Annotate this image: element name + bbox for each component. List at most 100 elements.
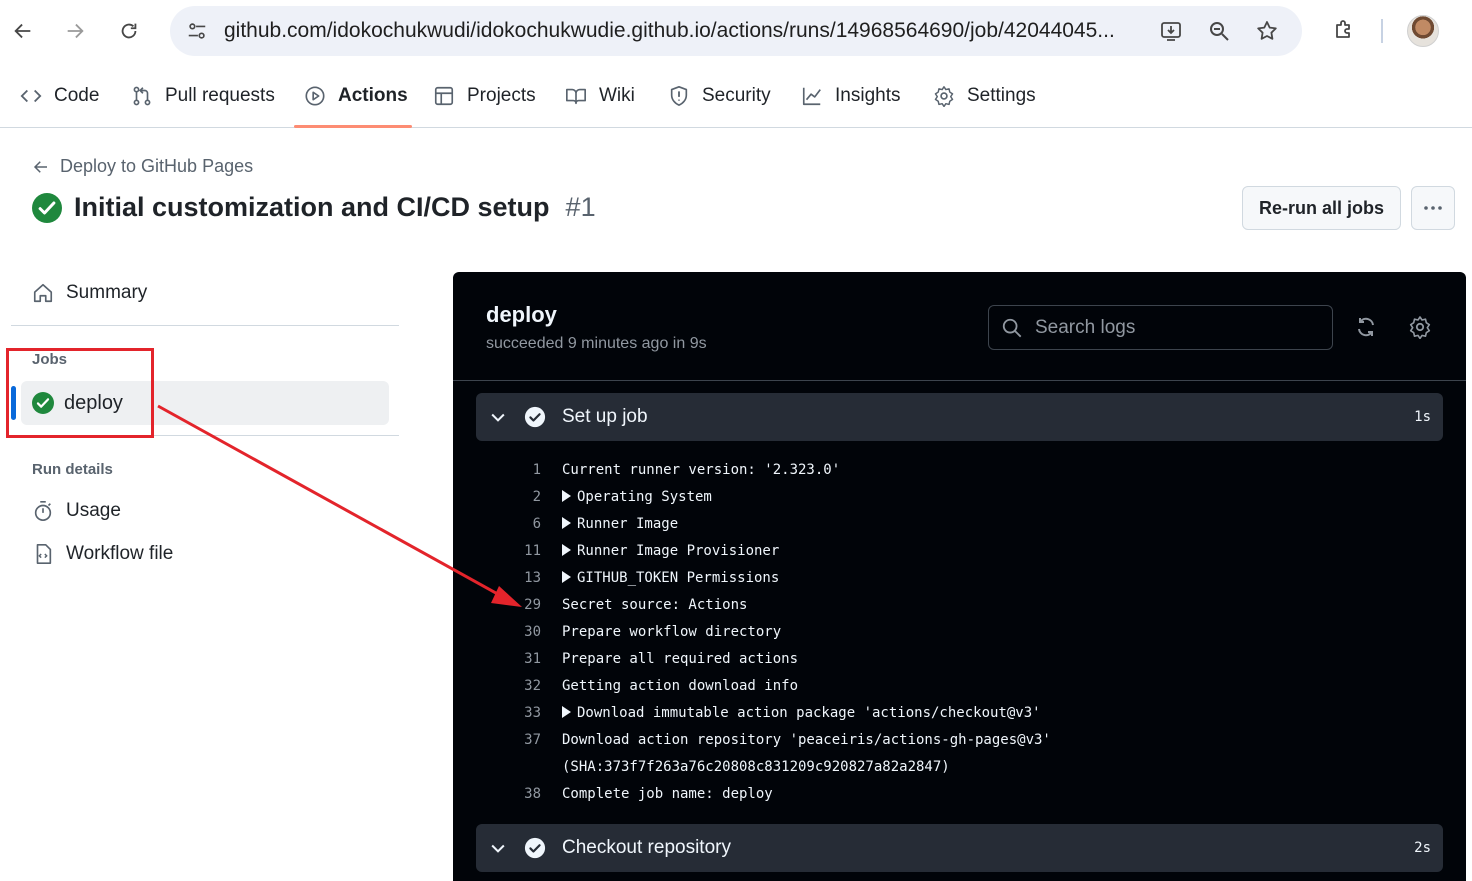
log-header: deploy succeeded 9 minutes ago in 9s: [453, 272, 1466, 381]
line-text: Prepare workflow directory: [562, 624, 782, 640]
browser-toolbar: github.com/idokochukwudi/idokochukwudie.…: [0, 0, 1472, 62]
line-number[interactable]: 32: [493, 678, 541, 694]
search-logs-field[interactable]: [988, 305, 1333, 350]
tab-security[interactable]: Security: [668, 64, 771, 128]
bookmark-star-icon[interactable]: [1254, 18, 1280, 44]
site-info-icon[interactable]: [184, 18, 210, 44]
arrow-left-icon: [33, 160, 47, 173]
profile-avatar[interactable]: [1407, 15, 1439, 47]
log-line[interactable]: 2 Operating System: [453, 484, 1466, 511]
pull-request-icon: [133, 86, 151, 106]
tab-label: Insights: [835, 85, 901, 106]
tab-projects[interactable]: Projects: [433, 64, 536, 128]
tab-code[interactable]: Code: [20, 64, 99, 128]
line-text: Download action repository 'peaceiris/ac…: [562, 732, 1051, 748]
annotation-highlight-box: [6, 348, 154, 438]
step-set-up-job[interactable]: Set up job 1s: [476, 393, 1443, 441]
search-icon: [1002, 318, 1022, 337]
run-details-heading: Run details: [32, 461, 113, 478]
line-text: Current runner version: '2.323.0': [562, 462, 841, 478]
tab-settings[interactable]: Settings: [933, 64, 1036, 128]
arrow-right-icon: [67, 23, 84, 39]
line-number[interactable]: 1: [493, 462, 541, 478]
zoom-icon[interactable]: [1206, 18, 1232, 44]
line-number[interactable]: 33: [493, 705, 541, 721]
expand-triangle-icon[interactable]: [562, 490, 571, 502]
url-text[interactable]: github.com/idokochukwudi/idokochukwudie.…: [224, 19, 1144, 43]
line-number[interactable]: 2: [493, 489, 541, 505]
line-text: Runner Image Provisioner: [577, 543, 780, 559]
step-name: Checkout repository: [562, 837, 731, 858]
line-number[interactable]: 13: [493, 570, 541, 586]
tab-insights[interactable]: Insights: [801, 64, 900, 128]
log-line-continuation[interactable]: (SHA:373f7f263a76c20808c831209c920827a82…: [453, 754, 1466, 781]
refresh-logs-button[interactable]: [1351, 312, 1381, 342]
chevron-down-icon: [491, 844, 505, 853]
line-text: Download immutable action package 'actio…: [577, 705, 1041, 721]
line-number[interactable]: 6: [493, 516, 541, 532]
forward-button[interactable]: [58, 14, 92, 48]
sidebar-item-label: Workflow file: [66, 543, 174, 564]
tab-label: Settings: [967, 85, 1036, 106]
log-settings-button[interactable]: [1405, 312, 1435, 342]
book-icon: [566, 88, 586, 105]
job-status: succeeded 9 minutes ago in 9s: [486, 335, 707, 352]
line-text: Getting action download info: [562, 678, 799, 694]
log-line[interactable]: 31 Prepare all required actions: [453, 646, 1466, 673]
kebab-horizontal-icon: [1424, 206, 1442, 210]
gear-icon: [1409, 316, 1431, 339]
extensions-button[interactable]: [1328, 14, 1360, 46]
stopwatch-icon: [34, 501, 52, 521]
install-icon[interactable]: [1158, 18, 1184, 44]
line-text-container: Runner Image: [562, 516, 678, 532]
expand-triangle-icon[interactable]: [562, 544, 571, 556]
sidebar-workflow-file[interactable]: Workflow file: [32, 543, 173, 565]
step-checkout-repository[interactable]: Checkout repository 2s: [476, 824, 1443, 872]
tab-label: Code: [54, 85, 100, 106]
log-line[interactable]: 38 Complete job name: deploy: [453, 781, 1466, 808]
line-number[interactable]: 11: [493, 543, 541, 559]
expand-triangle-icon[interactable]: [562, 517, 571, 529]
line-number[interactable]: 29: [493, 597, 541, 613]
sidebar-summary[interactable]: Summary: [32, 282, 147, 304]
line-text: Runner Image: [577, 516, 679, 532]
log-line[interactable]: 1 Current runner version: '2.323.0': [453, 457, 1466, 484]
code-icon: [20, 89, 42, 103]
tab-label: Wiki: [599, 85, 635, 106]
log-line[interactable]: 33 Download immutable action package 'ac…: [453, 700, 1466, 727]
search-logs-input[interactable]: [1035, 316, 1315, 339]
tab-label: Security: [702, 85, 771, 106]
line-text: GITHUB_TOKEN Permissions: [577, 570, 780, 586]
line-number[interactable]: 31: [493, 651, 541, 667]
back-button[interactable]: [6, 14, 40, 48]
log-line[interactable]: 6 Runner Image: [453, 511, 1466, 538]
tab-actions[interactable]: Actions: [304, 64, 408, 128]
expand-triangle-icon[interactable]: [562, 706, 571, 718]
expand-triangle-icon[interactable]: [562, 571, 571, 583]
line-number[interactable]: 30: [493, 624, 541, 640]
workflow-back-link[interactable]: Deploy to GitHub Pages: [32, 156, 253, 177]
tab-wiki[interactable]: Wiki: [565, 64, 635, 128]
sync-icon: [1358, 317, 1374, 337]
line-number[interactable]: 38: [493, 786, 541, 802]
reload-button[interactable]: [112, 14, 146, 48]
log-line[interactable]: 13 GITHUB_TOKEN Permissions: [453, 565, 1466, 592]
puzzle-icon: [1336, 20, 1350, 38]
active-tab-indicator: [294, 125, 412, 128]
log-line[interactable]: 32 Getting action download info: [453, 673, 1466, 700]
log-line[interactable]: 30 Prepare workflow directory: [453, 619, 1466, 646]
toolbar-divider: [1381, 19, 1383, 43]
address-bar[interactable]: github.com/idokochukwudi/idokochukwudie.…: [170, 6, 1302, 56]
log-line[interactable]: 29 Secret source: Actions: [453, 592, 1466, 619]
step-name: Set up job: [562, 406, 648, 427]
line-number[interactable]: 37: [493, 732, 541, 748]
graph-icon: [802, 87, 821, 106]
log-line[interactable]: 37 Download action repository 'peaceiris…: [453, 727, 1466, 754]
log-line[interactable]: 11 Runner Image Provisioner: [453, 538, 1466, 565]
more-options-button[interactable]: [1411, 186, 1455, 230]
workflow-name[interactable]: Deploy to GitHub Pages: [60, 156, 253, 177]
sidebar-usage[interactable]: Usage: [32, 500, 121, 522]
check-circle-icon: [524, 837, 546, 859]
tab-pull-requests[interactable]: Pull requests: [131, 64, 275, 128]
rerun-all-jobs-button[interactable]: Re-run all jobs: [1242, 186, 1401, 230]
